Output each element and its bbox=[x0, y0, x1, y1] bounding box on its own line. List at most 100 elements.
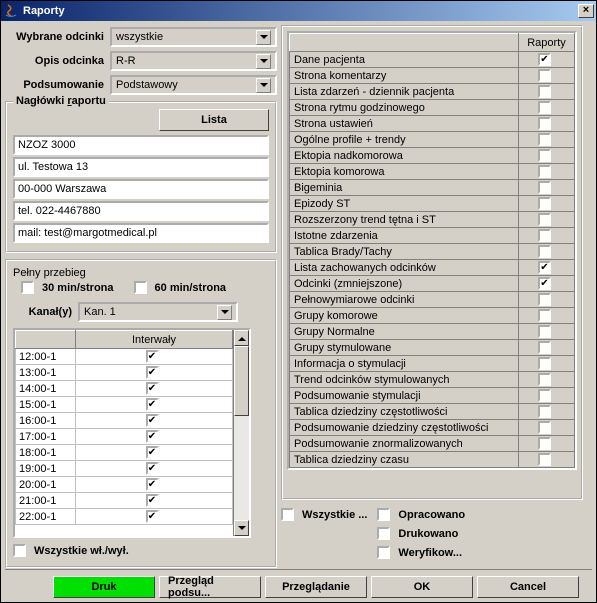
wszystkie-wlwyl-checkbox[interactable]: Wszystkie wł./wył. bbox=[13, 544, 129, 557]
interval-row[interactable]: 22:00-1 bbox=[16, 509, 233, 525]
interval-check-cell[interactable] bbox=[76, 493, 233, 509]
naglowki-field-0[interactable]: NZOZ 3000 bbox=[13, 135, 269, 155]
report-row[interactable]: Trend odcinków stymulowanych bbox=[290, 372, 575, 388]
report-check-cell[interactable] bbox=[519, 212, 575, 228]
naglowki-field-3[interactable]: tel. 022-4467880 bbox=[13, 201, 269, 221]
report-check-cell[interactable] bbox=[519, 116, 575, 132]
interval-row[interactable]: 13:00-1 bbox=[16, 365, 233, 381]
scroll-track[interactable] bbox=[234, 346, 249, 520]
report-row[interactable]: Epizody ST bbox=[290, 196, 575, 212]
report-row[interactable]: Informacja o stymulacji bbox=[290, 356, 575, 372]
naglowki-field-1[interactable]: ul. Testowa 13 bbox=[13, 157, 269, 177]
druk-button[interactable]: Druk bbox=[53, 576, 155, 598]
reports-col-header[interactable]: Raporty bbox=[519, 34, 575, 52]
report-check-cell[interactable] bbox=[519, 68, 575, 84]
report-row[interactable]: Tablica dziedziny częstotliwości bbox=[290, 404, 575, 420]
interval-check-cell[interactable] bbox=[76, 477, 233, 493]
interval-check-cell[interactable] bbox=[76, 397, 233, 413]
report-row[interactable]: Rozszerzony trend tętna i ST bbox=[290, 212, 575, 228]
interval-row[interactable]: 15:00-1 bbox=[16, 397, 233, 413]
report-check-cell[interactable] bbox=[519, 324, 575, 340]
close-icon[interactable]: × bbox=[578, 4, 594, 18]
report-row[interactable]: Grupy stymulowane bbox=[290, 340, 575, 356]
report-check-cell[interactable] bbox=[519, 356, 575, 372]
interval-row[interactable]: 12:00-1 bbox=[16, 349, 233, 365]
interval-check-cell[interactable] bbox=[76, 413, 233, 429]
report-check-cell[interactable] bbox=[519, 228, 575, 244]
report-row[interactable]: Lista zachowanych odcinków bbox=[290, 260, 575, 276]
interval-row[interactable]: 18:00-1 bbox=[16, 445, 233, 461]
kanal-dropdown[interactable]: Kan. 1 bbox=[78, 302, 238, 322]
interval-row[interactable]: 21:00-1 bbox=[16, 493, 233, 509]
interval-check-cell[interactable] bbox=[76, 461, 233, 477]
report-row[interactable]: Podsumowanie stymulacji bbox=[290, 388, 575, 404]
report-row[interactable]: Istotne zdarzenia bbox=[290, 228, 575, 244]
report-row[interactable]: Ogólne profile + trendy bbox=[290, 132, 575, 148]
interval-col-header[interactable]: Interwały bbox=[76, 331, 233, 349]
opt30-checkbox[interactable]: 30 min/strona bbox=[21, 281, 114, 294]
report-check-cell[interactable] bbox=[519, 388, 575, 404]
interval-check-cell[interactable] bbox=[76, 445, 233, 461]
report-row[interactable]: Odcinki (zmniejszone) bbox=[290, 276, 575, 292]
report-row[interactable]: Podsumowanie dziedziny częstotliwości bbox=[290, 420, 575, 436]
przegladanie-button[interactable]: Przeglądanie bbox=[265, 576, 367, 598]
ok-button[interactable]: OK bbox=[371, 576, 473, 598]
opt60-checkbox[interactable]: 60 min/strona bbox=[134, 281, 227, 294]
drukowano-checkbox[interactable]: Drukowano bbox=[377, 527, 465, 540]
scroll-up-icon[interactable] bbox=[234, 330, 249, 346]
interval-check-cell[interactable] bbox=[76, 349, 233, 365]
report-check-cell[interactable] bbox=[519, 292, 575, 308]
report-check-cell[interactable] bbox=[519, 148, 575, 164]
cancel-button[interactable]: Cancel bbox=[477, 576, 579, 598]
report-row[interactable]: Strona rytmu godzinowego bbox=[290, 100, 575, 116]
report-row[interactable]: Ektopia nadkomorowa bbox=[290, 148, 575, 164]
weryfikow-checkbox[interactable]: Weryfikow... bbox=[377, 546, 465, 559]
report-check-cell[interactable] bbox=[519, 404, 575, 420]
report-check-cell[interactable] bbox=[519, 84, 575, 100]
przeglad-button[interactable]: Przegląd podsu... bbox=[159, 576, 261, 598]
report-row[interactable]: Grupy komorowe bbox=[290, 308, 575, 324]
report-row[interactable]: Pełnowymiarowe odcinki bbox=[290, 292, 575, 308]
report-check-cell[interactable] bbox=[519, 436, 575, 452]
report-check-cell[interactable] bbox=[519, 260, 575, 276]
interval-row[interactable]: 19:00-1 bbox=[16, 461, 233, 477]
interval-row[interactable]: 14:00-1 bbox=[16, 381, 233, 397]
wszystkie-checkbox[interactable]: Wszystkie ... bbox=[281, 508, 367, 521]
report-check-cell[interactable] bbox=[519, 100, 575, 116]
intervals-scrollbar[interactable] bbox=[233, 330, 249, 536]
reports-col-name[interactable] bbox=[290, 34, 519, 52]
naglowki-field-2[interactable]: 00-000 Warszawa bbox=[13, 179, 269, 199]
interval-check-cell[interactable] bbox=[76, 381, 233, 397]
report-row[interactable]: Tablica dziedziny czasu bbox=[290, 452, 575, 468]
report-row[interactable]: Podsumowanie znormalizowanych bbox=[290, 436, 575, 452]
report-check-cell[interactable] bbox=[519, 52, 575, 68]
report-check-cell[interactable] bbox=[519, 244, 575, 260]
report-row[interactable]: Ektopia komorowa bbox=[290, 164, 575, 180]
lista-button[interactable]: Lista bbox=[159, 109, 269, 131]
interval-row[interactable]: 20:00-1 bbox=[16, 477, 233, 493]
report-check-cell[interactable] bbox=[519, 420, 575, 436]
interval-check-cell[interactable] bbox=[76, 509, 233, 525]
report-row[interactable]: Tablica Brady/Tachy bbox=[290, 244, 575, 260]
report-row[interactable]: Dane pacjenta bbox=[290, 52, 575, 68]
opis-dropdown[interactable]: R-R bbox=[110, 51, 277, 71]
report-row[interactable]: Bigeminia bbox=[290, 180, 575, 196]
pods-dropdown[interactable]: Podstawowy bbox=[110, 75, 277, 95]
report-check-cell[interactable] bbox=[519, 372, 575, 388]
report-row[interactable]: Strona ustawień bbox=[290, 116, 575, 132]
report-row[interactable]: Strona komentarzy bbox=[290, 68, 575, 84]
report-check-cell[interactable] bbox=[519, 132, 575, 148]
naglowki-field-4[interactable]: mail: test@margotmedical.pl bbox=[13, 223, 269, 243]
scroll-down-icon[interactable] bbox=[234, 520, 249, 536]
report-check-cell[interactable] bbox=[519, 308, 575, 324]
interval-row[interactable]: 16:00-1 bbox=[16, 413, 233, 429]
scroll-thumb[interactable] bbox=[234, 346, 249, 416]
interval-check-cell[interactable] bbox=[76, 365, 233, 381]
report-check-cell[interactable] bbox=[519, 452, 575, 468]
opracowano-checkbox[interactable]: Opracowano bbox=[377, 508, 465, 521]
report-row[interactable]: Grupy Normalne bbox=[290, 324, 575, 340]
report-check-cell[interactable] bbox=[519, 276, 575, 292]
report-check-cell[interactable] bbox=[519, 164, 575, 180]
report-check-cell[interactable] bbox=[519, 340, 575, 356]
wybrane-dropdown[interactable]: wszystkie bbox=[110, 27, 277, 47]
